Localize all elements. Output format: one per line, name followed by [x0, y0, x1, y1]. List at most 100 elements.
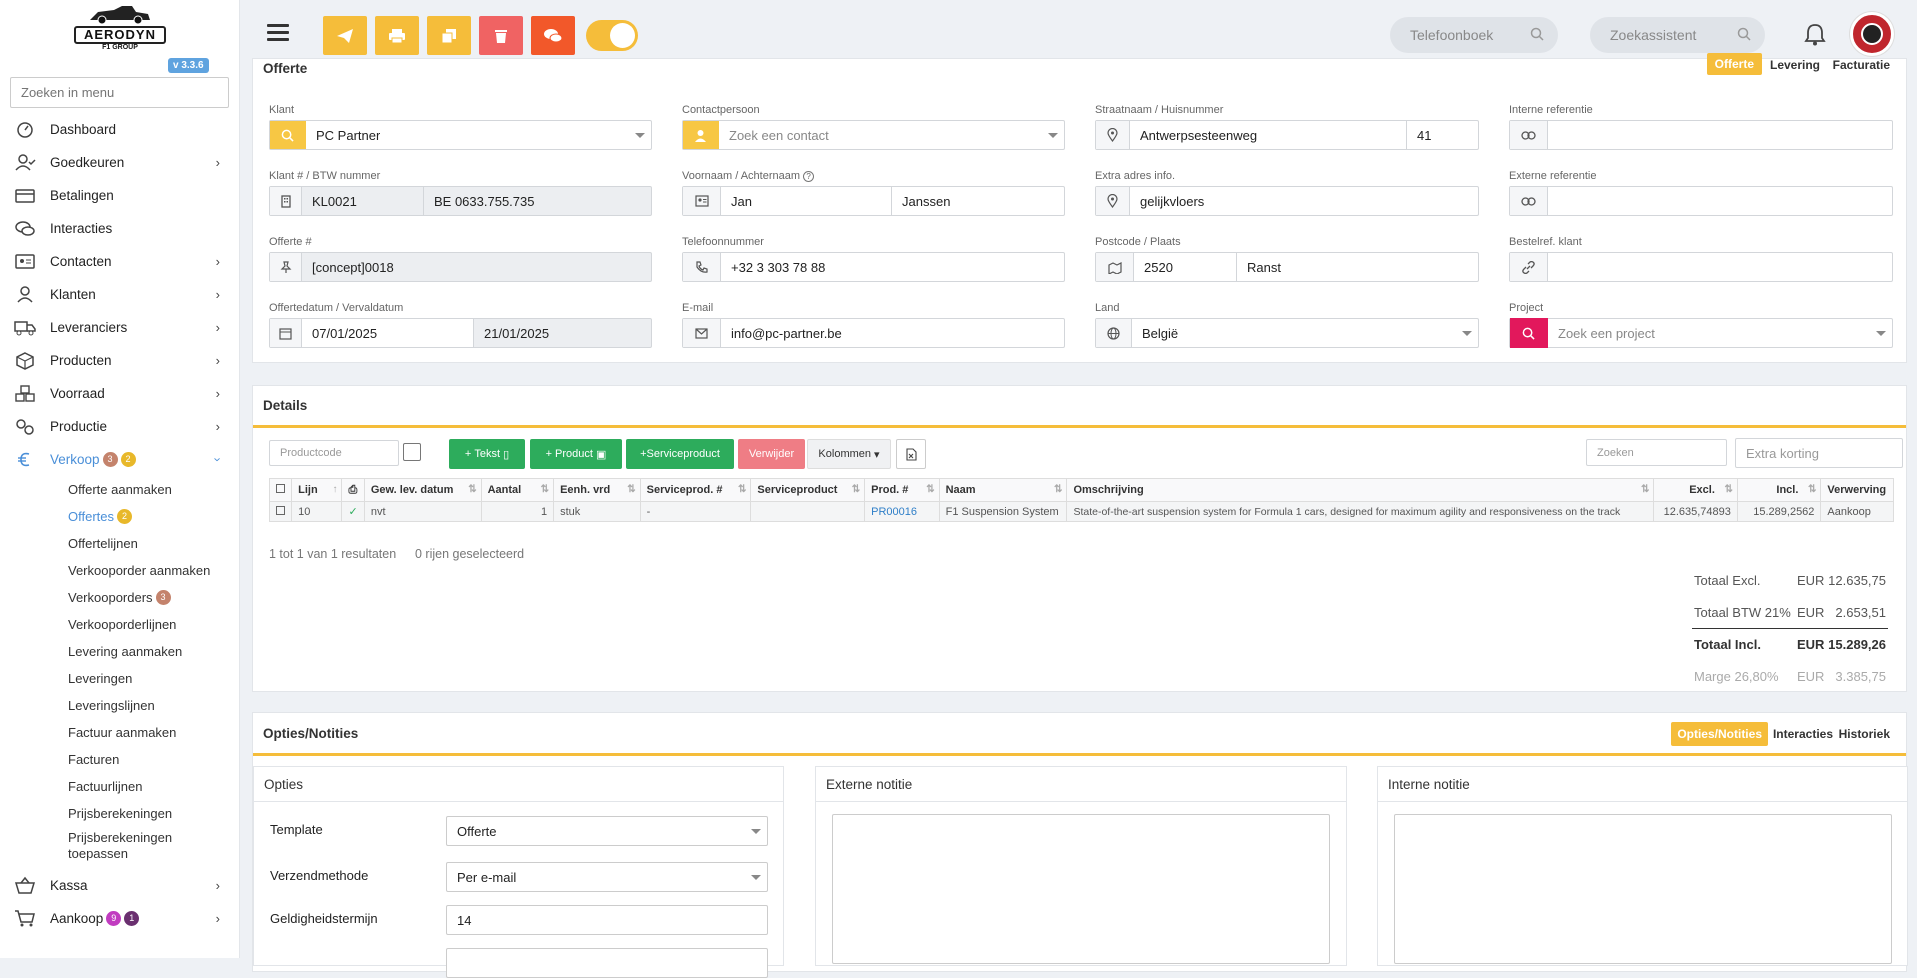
col-prod-nr[interactable]: Prod. # ⇅ [864, 478, 940, 502]
bell-icon[interactable] [1804, 22, 1826, 46]
col-verwerving[interactable]: Verwerving [1820, 478, 1894, 502]
submenu-item-factuurlijnen[interactable]: Factuurlijnen [0, 773, 239, 800]
sidebar-item-klanten[interactable]: Klanten › [0, 278, 239, 311]
submenu-item-verkooporders[interactable]: Verkooporders 3 [0, 584, 239, 611]
sidebar-item-producten[interactable]: Producten › [0, 344, 239, 377]
sidebar-item-voorraad[interactable]: Voorraad › [0, 377, 239, 410]
col-eenh-vrd[interactable]: Eenh. vrd ⇅ [553, 478, 641, 502]
verzend-select[interactable]: Per e-mail [446, 862, 768, 892]
sidebar-item-goedkeuren[interactable]: Goedkeuren › [0, 146, 239, 179]
datum-field[interactable]: 07/01/2025 21/01/2025 [269, 318, 652, 348]
menu-search-input[interactable] [10, 77, 229, 108]
tab-offerte[interactable]: Offerte [1706, 53, 1762, 75]
chat-button[interactable] [531, 16, 575, 55]
tab-historiek[interactable]: Historiek [1833, 722, 1896, 746]
submenu-item-factuur-aanmaken[interactable]: Factuur aanmaken [0, 719, 239, 746]
sidebar-item-dashboard[interactable]: Dashboard [0, 113, 239, 146]
postcode-field[interactable]: 2520 Ranst [1095, 252, 1479, 282]
add-serviceproduct-button[interactable]: + Serviceproduct [626, 439, 734, 469]
submenu-item-offerte-aanmaken[interactable]: Offerte aanmaken [0, 476, 239, 503]
table-row[interactable]: 10 ✓ nvt 1 stuk - PR00016 F1 Suspension … [268, 501, 1894, 522]
help-icon[interactable]: ? [803, 171, 815, 182]
col-gew-lev-datum[interactable]: Gew. lev. datum ⇅ [363, 478, 482, 502]
sidebar-item-productie[interactable]: Productie › [0, 410, 239, 443]
kolommen-dropdown[interactable]: Kolommen ▾ [807, 439, 891, 469]
sidebar-item-interacties[interactable]: Interacties [0, 212, 239, 245]
offertenr-field[interactable]: [concept]0018 [269, 252, 652, 282]
intref-field[interactable] [1509, 120, 1893, 150]
col-aantal[interactable]: Aantal ⇅ [480, 478, 555, 502]
delete-button[interactable] [479, 16, 523, 55]
tab-interacties[interactable]: Interacties [1767, 722, 1839, 746]
sidebar-item-betalingen[interactable]: Betalingen [0, 179, 239, 212]
print-button[interactable] [375, 16, 419, 55]
bestelref-field[interactable] [1509, 252, 1893, 282]
copy-button[interactable] [427, 16, 471, 55]
col-incl[interactable]: Incl. ⇅ [1736, 478, 1822, 502]
col-print[interactable]: ⎙ [341, 478, 365, 502]
submenu-item-levering-aanmaken[interactable]: Levering aanmaken [0, 638, 239, 665]
submenu-item-verkooporderlijnen[interactable]: Verkooporderlijnen [0, 611, 239, 638]
assistant-search-input[interactable]: Zoekassistent [1590, 17, 1765, 53]
row-checkbox[interactable] [268, 501, 293, 522]
submenu-item-prijsberekeningen-toepassen[interactable]: Prijsberekeningen toepassen [0, 827, 210, 865]
excel-export-button[interactable] [896, 439, 926, 469]
tel-field[interactable]: +32 3 303 78 88 [682, 252, 1065, 282]
tab-levering[interactable]: Levering [1764, 53, 1826, 77]
geldig-input[interactable]: 14 [446, 905, 768, 935]
phonebook-search-input[interactable]: Telefoonboek [1390, 17, 1558, 53]
productcode-input[interactable]: Productcode [269, 440, 399, 466]
interne-notitie-textarea[interactable] [1394, 814, 1892, 964]
table-search-input[interactable]: Zoeken [1586, 439, 1727, 466]
project-select[interactable]: Zoek een project [1509, 318, 1893, 348]
verwijder-button[interactable]: Verwijder [738, 439, 805, 469]
email-field[interactable]: info@pc-partner.be [682, 318, 1065, 348]
submenu-item-verkooporder-aanmaken[interactable]: Verkooporder aanmaken [0, 557, 239, 584]
template-select[interactable]: Offerte [446, 816, 768, 846]
col-excl[interactable]: Excl. ⇅ [1653, 478, 1738, 502]
klant-select[interactable]: PC Partner [269, 120, 652, 150]
hamburger-menu-icon[interactable] [267, 24, 289, 42]
tab-facturatie[interactable]: Facturatie [1827, 53, 1896, 77]
col-omschrijving[interactable]: Omschrijving ⇅ [1066, 478, 1655, 502]
extra-field[interactable]: gelijkvloers [1095, 186, 1479, 216]
straat-field[interactable]: Antwerpsesteenweg 41 [1095, 120, 1479, 150]
voornaam-value[interactable]: Jan [721, 187, 892, 215]
contact-select[interactable]: Zoek een contact [682, 120, 1065, 150]
offertedatum-value[interactable]: 07/01/2025 [302, 319, 474, 347]
productcode-checkbox[interactable] [403, 443, 421, 461]
col-serviceproduct[interactable]: Serviceproduct ⇅ [750, 478, 866, 502]
submenu-item-leveringslijnen[interactable]: Leveringslijnen [0, 692, 239, 719]
straat-value[interactable]: Antwerpsesteenweg [1130, 121, 1407, 149]
vervaldatum-value[interactable]: 21/01/2025 [474, 319, 549, 347]
land-select[interactable]: België [1095, 318, 1479, 348]
postcode-value[interactable]: 2520 [1134, 253, 1237, 281]
sidebar-item-contacten[interactable]: Contacten › [0, 245, 239, 278]
col-serviceprod-nr[interactable]: Serviceprod. # ⇅ [639, 478, 752, 502]
naam-field[interactable]: Jan Janssen [682, 186, 1065, 216]
aerodyn-logo[interactable]: AERODYN F1 GROUP [74, 2, 166, 54]
mode-toggle[interactable] [586, 20, 638, 51]
tab-opties-notities[interactable]: Opties/Notities [1671, 722, 1768, 746]
add-tekst-button[interactable]: + Tekst ▯ [449, 439, 525, 469]
achternaam-value[interactable]: Janssen [892, 187, 950, 215]
submenu-item-prijsberekeningen[interactable]: Prijsberekeningen [0, 800, 239, 827]
sidebar-item-leveranciers[interactable]: Leveranciers › [0, 311, 239, 344]
extra-option-input[interactable] [446, 948, 768, 978]
col-lijn[interactable]: Lijn ↑ [291, 478, 343, 502]
user-avatar[interactable] [1850, 12, 1894, 56]
klantnr-btw-field[interactable]: KL0021 BE 0633.755.735 [269, 186, 652, 216]
externe-notitie-textarea[interactable] [832, 814, 1330, 964]
send-button[interactable] [323, 16, 367, 55]
cell-prod-nr-link[interactable]: PR00016 [864, 501, 940, 522]
add-product-button[interactable]: + Product ▣ [530, 439, 622, 469]
submenu-item-offertelijnen[interactable]: Offertelijnen [0, 530, 239, 557]
submenu-item-offertes[interactable]: Offertes 2 [0, 503, 239, 530]
select-all-checkbox[interactable] [268, 478, 293, 502]
extref-field[interactable] [1509, 186, 1893, 216]
sidebar-item-verkoop[interactable]: Verkoop 3 2 › [0, 443, 239, 476]
col-naam[interactable]: Naam ⇅ [938, 478, 1068, 502]
sidebar-item-aankoop[interactable]: Aankoop 9 1 › [0, 902, 239, 935]
plaats-value[interactable]: Ranst [1237, 253, 1281, 281]
submenu-item-facturen[interactable]: Facturen [0, 746, 239, 773]
